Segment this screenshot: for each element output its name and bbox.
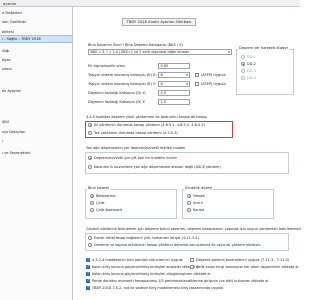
sidebar-item[interactable]: ek Ayarları — [0, 87, 72, 95]
column-rule-checkbox[interactable] — [86, 257, 90, 262]
wall-moment-label: Perde donatısı momenti hesaplanmış 1/3 p… — [92, 279, 269, 283]
settings-panel: TBDY 2018 Analiz Ayarları Sihirbazı Bina… — [74, 7, 302, 300]
method-option-2-label: Tek yöntemin durumda hesap yöntemi (4.3.… — [94, 131, 178, 135]
ground-model-title: Yan ağır döşemelerin yer deprem/kuvvetli… — [86, 146, 186, 150]
dx-input[interactable]: 2.5 — [158, 90, 190, 96]
mixed-ductility-radio[interactable] — [187, 208, 191, 212]
settings-sidebar: a Değerleri ılan Özellikler bilitesi ı -… — [0, 7, 73, 300]
steel-label: Çelik — [96, 201, 105, 205]
chevron-down-icon: ▾ — [186, 82, 188, 87]
ry-suggest-checkbox[interactable] — [195, 82, 199, 86]
concrete-label: Betonarme — [96, 194, 116, 198]
wall-moment-checkbox[interactable] — [86, 278, 90, 283]
high-ductility-label: Yüksek — [193, 194, 205, 198]
check-option-2-radio[interactable] — [88, 243, 92, 247]
dy-input[interactable]: 2.5 — [158, 99, 190, 105]
ry-label: Taşıyıcı sistem davranış katsayısı (R) Y… — [88, 82, 156, 86]
building-class-select[interactable]: BKS = 3, I = 1.0 | BKS=1 ve 2 sınıfı dış… — [88, 49, 232, 55]
dd3-label: DD-3 — [247, 69, 256, 73]
sidebar-item[interactable] — [0, 104, 72, 112]
steel-column-label: Çelik kolon kirişi bonusuna her adım day… — [196, 265, 299, 269]
beam-model-checkbox[interactable] — [86, 285, 90, 290]
joint-analysis-label: Kolon-kiriş boruna güçlendirilmiş birleş… — [92, 265, 200, 269]
sidebar-item[interactable]: ydanı — [0, 65, 72, 73]
slab-check-checkbox[interactable] — [190, 258, 194, 262]
method-option-1-label: İki yöntemin durumda hesap yöntemi (4.8.… — [94, 123, 205, 127]
building-class-label: Bina Kullanım Sınıfı / Bina Deprem Kateg… — [88, 43, 183, 47]
mixed-ductility-label: Karma — [193, 208, 205, 212]
eccentricity-label: Ek dışmerkezlik oranı — [88, 64, 126, 68]
rx-label: Taşıyıcı sistem davranış katsayısı (R) X… — [88, 73, 157, 77]
sidebar-item[interactable] — [0, 157, 72, 165]
ground-option-2-radio[interactable] — [88, 165, 92, 169]
limited-ductility-radio[interactable] — [187, 201, 191, 205]
building-class-value: BKS = 3, I = 1.0 | BKS=1 ve 2 sınıfı dış… — [90, 50, 190, 54]
ground-option-1-radio[interactable] — [88, 156, 92, 160]
joint-smoothing-label: Kolon-kiriş boruna güçlendirilmiş birleş… — [92, 272, 211, 276]
sidebar-item[interactable]: Ayarı — [0, 56, 72, 64]
dd2-label: DD-2 — [247, 62, 256, 66]
dd1-label: DD-1 — [247, 55, 256, 59]
column-rule-label: 4.3.2.4 maddesinin tüm pandalı sütunları… — [92, 258, 183, 262]
check-option-2-label: Deneme ve kopma etkilerinin hesap yöntem… — [94, 243, 261, 247]
ry-value: 8 — [160, 82, 163, 86]
ground-option-2-label: Kolonları & kuvvetlere yan ağır döşemesi… — [94, 165, 221, 169]
ry-select[interactable]: 8 ▾ — [158, 81, 190, 87]
sidebar-item-selected[interactable]: ı - Sağlık - TBDY 2018 — [0, 35, 72, 43]
building-system-title: Bina sistemi — [87, 186, 111, 190]
dd4-radio[interactable] — [241, 76, 245, 80]
joint-smoothing-checkbox[interactable] — [86, 271, 90, 276]
damage-level-title: Deprem yer hareketi düzeyi — [238, 46, 289, 50]
rx-suggest-checkbox[interactable] — [195, 73, 199, 77]
steel-radio[interactable] — [90, 201, 94, 205]
sidebar-item[interactable]: ıllığı — [0, 47, 72, 55]
title-bar: ayarlar — [0, 0, 300, 7]
dd4-label: DD-4 — [247, 76, 256, 80]
joint-analysis-checkbox[interactable] — [86, 264, 90, 269]
checks-title: Güvenli etkilerine belirlemek için döşem… — [86, 227, 302, 231]
method-option-1-radio[interactable] — [88, 123, 92, 127]
sidebar-item[interactable]: ılan Özellikler — [0, 18, 72, 26]
check-option-1-label: Esnek dikit/Hesap bağlantılı yük, tamame… — [94, 236, 199, 240]
sidebar-item[interactable] — [0, 96, 72, 104]
check-option-1-radio[interactable] — [88, 236, 92, 240]
sidebar-item[interactable]: a Değerleri — [0, 9, 72, 17]
ground-option-1-label: Deprem/kuvvetli için çift tipli bir mode… — [94, 156, 177, 160]
rx-suggest-label: (ATEP) Uygula — [201, 73, 226, 77]
method-title: 4.4.5 eşdeğer deprem yükü yöntemleri ile… — [86, 115, 207, 119]
high-ductility-radio[interactable] — [187, 194, 191, 198]
analysis-wizard-button[interactable]: TBDY 2018 Analiz Ayarları Sihirbazı — [122, 18, 196, 26]
steel-column-checkbox[interactable] — [190, 265, 194, 269]
sidebar-item[interactable] — [0, 74, 72, 82]
sidebar-item[interactable]: ı ve Seçenekleri — [0, 149, 72, 157]
concrete-radio[interactable] — [90, 194, 94, 198]
method-option-2-radio[interactable] — [88, 131, 92, 135]
dd1-radio[interactable] — [241, 55, 245, 59]
composite-radio[interactable] — [90, 208, 94, 212]
rx-select[interactable]: 8 ▾ — [158, 72, 190, 78]
limited-ductility-label: Sınırlı — [193, 201, 203, 205]
window-title: ayarlar — [3, 1, 17, 7]
rx-value: 8 — [160, 73, 163, 77]
composite-label: Çelik-Kompozit — [96, 208, 123, 212]
beam-model-label: TBDY 2018 7.5.2. not ile sadece kiriş mo… — [92, 286, 224, 290]
ry-suggest-label: (ATEP) Uygula — [201, 82, 226, 86]
dd3-radio[interactable] — [241, 69, 245, 73]
chevron-down-icon: ▾ — [186, 73, 188, 78]
dd2-radio[interactable] — [241, 62, 245, 66]
sidebar-item[interactable]: rgu Detayları — [0, 128, 72, 136]
eccentricity-input[interactable]: 0.05 — [158, 63, 190, 69]
sidebar-item[interactable]: ı — [0, 137, 72, 145]
dx-label: Dayanım fazlalığı Katsayısı (D) X: — [88, 91, 147, 95]
ductility-title: Süneklik düzeyi — [184, 186, 214, 190]
dy-label: Dayanım fazlalığı Katsayısı (D) Y: — [88, 100, 146, 104]
chevron-down-icon: ▾ — [228, 50, 230, 55]
slab-check-label: Döşeme garkına kontrollerini uygula (7.1… — [196, 258, 290, 262]
sidebar-item[interactable]: ŞKÜ — [0, 118, 72, 126]
